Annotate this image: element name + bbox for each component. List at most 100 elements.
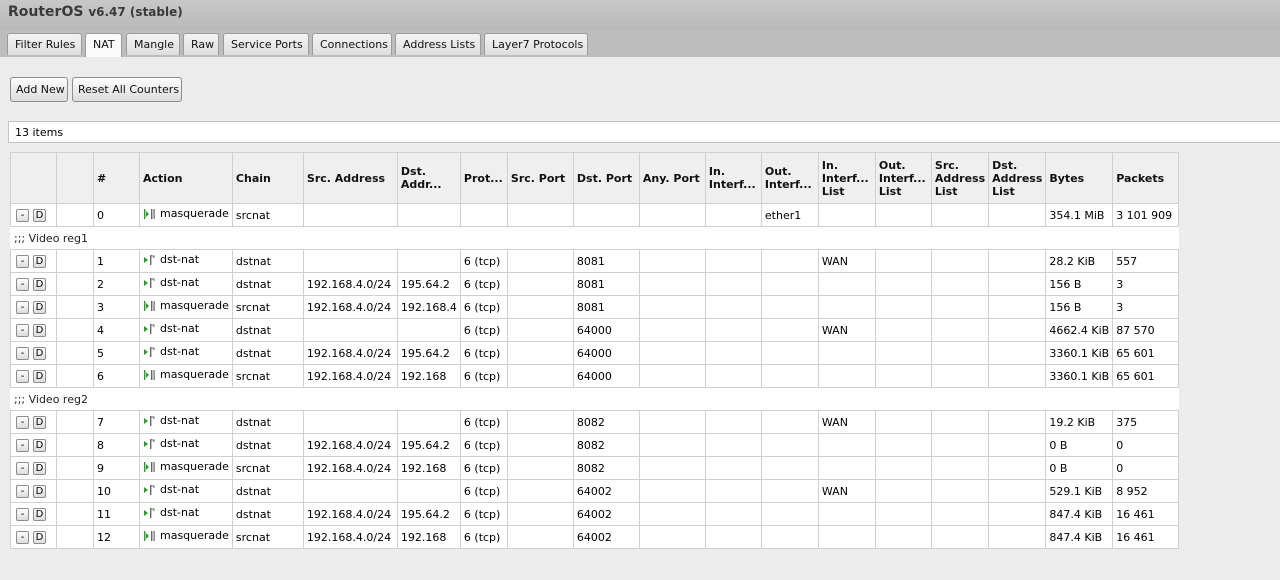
column-header[interactable]: Any. Port xyxy=(638,152,706,204)
rule-dst-address-list xyxy=(988,341,1047,365)
column-header[interactable]: Packets xyxy=(1112,152,1180,204)
rule-src-address: 192.168.4.0/24 xyxy=(302,364,398,388)
rule-protocol: 6 (tcp) xyxy=(459,456,508,480)
tab-layer7-protocols[interactable]: Layer7 Protocols xyxy=(484,33,588,55)
table-row[interactable]: - D 11 dst-nat dstnat 192.168.4.0/24 195.64.2 6… xyxy=(10,502,1180,526)
column-header[interactable]: Out. Interf... List xyxy=(874,152,932,204)
table-row[interactable]: - D 6 masquerade srcnat 192.168.4.0/24 192.168… xyxy=(10,364,1180,388)
column-header[interactable]: Dst. Address List xyxy=(988,152,1047,204)
column-header[interactable]: Src. Address List xyxy=(930,152,990,204)
disable-rule-button[interactable]: D xyxy=(33,277,46,291)
rule-src-address-list xyxy=(930,203,990,227)
disable-rule-button[interactable]: D xyxy=(33,346,46,360)
table-row[interactable]: - D 12 masquerade srcnat 192.168.4.0/24 192.16… xyxy=(10,525,1180,549)
disable-rule-button[interactable]: D xyxy=(33,323,46,337)
column-header[interactable]: Bytes xyxy=(1045,152,1114,204)
table-row[interactable]: - D 9 masquerade srcnat 192.168.4.0/24 192.168… xyxy=(10,456,1180,480)
remove-rule-button[interactable]: - xyxy=(16,346,29,360)
disable-rule-button[interactable]: D xyxy=(33,438,46,452)
rule-dst-port: 8082 xyxy=(572,433,640,457)
table-row[interactable]: - D 4 dst-nat dstnat 6 (tcp) 64000 WAN 4662.4 Ki… xyxy=(10,318,1180,342)
rule-number: 3 xyxy=(93,295,140,319)
remove-rule-button[interactable]: - xyxy=(16,208,29,222)
disable-rule-button[interactable]: D xyxy=(33,415,46,429)
rule-out-interface-list xyxy=(874,318,932,342)
remove-rule-button[interactable]: - xyxy=(16,300,29,314)
column-header[interactable] xyxy=(10,152,57,204)
row-flag-cell xyxy=(56,502,94,526)
comment-row[interactable]: ;;; Video reg1 xyxy=(10,226,1179,250)
rule-dst-address: 192.168 xyxy=(396,364,461,388)
disable-rule-button[interactable]: D xyxy=(33,530,46,544)
table-row[interactable]: - D 2 dst-nat dstnat 192.168.4.0/24 195.64.2 6 … xyxy=(10,272,1180,296)
disable-rule-button[interactable]: D xyxy=(33,461,46,475)
column-header[interactable]: Src. Address xyxy=(302,152,398,204)
disable-rule-button[interactable]: D xyxy=(33,208,46,222)
row-flag-cell xyxy=(56,203,94,227)
tab-filter-rules[interactable]: Filter Rules xyxy=(7,33,82,55)
rule-dst-address-list xyxy=(988,203,1047,227)
rule-src-port xyxy=(506,502,574,526)
table-row[interactable]: - D 8 dst-nat dstnat 192.168.4.0/24 195.64.2 6 … xyxy=(10,433,1180,457)
tab-connections[interactable]: Connections xyxy=(312,33,392,55)
column-header[interactable]: In. Interf... List xyxy=(817,152,876,204)
row-controls: -D xyxy=(10,456,57,480)
disable-rule-button[interactable]: D xyxy=(33,369,46,383)
remove-rule-button[interactable]: - xyxy=(16,323,29,337)
remove-rule-button[interactable]: - xyxy=(16,369,29,383)
rule-protocol: 6 (tcp) xyxy=(459,295,508,319)
table-row[interactable]: - D 1 dst-nat dstnat 6 (tcp) 8081 WAN 28.2 KiB 55… xyxy=(10,249,1180,273)
disable-rule-button[interactable]: D xyxy=(33,254,46,268)
remove-rule-button[interactable]: - xyxy=(16,438,29,452)
rule-packets: 3 101 909 xyxy=(1112,203,1180,227)
disable-rule-button[interactable]: D xyxy=(33,300,46,314)
tab-address-lists[interactable]: Address Lists xyxy=(395,33,481,55)
remove-rule-button[interactable]: - xyxy=(16,461,29,475)
table-row[interactable]: - D 0 masquerade srcnat ether1 354.1 MiB 3 101 … xyxy=(10,203,1180,227)
disable-rule-button[interactable]: D xyxy=(33,484,46,498)
table-row[interactable]: - D 3 masquerade srcnat 192.168.4.0/24 192.168… xyxy=(10,295,1180,319)
comment-row[interactable]: ;;; Video reg2 xyxy=(10,387,1179,411)
column-header[interactable]: Chain xyxy=(231,152,304,204)
remove-rule-button[interactable]: - xyxy=(16,277,29,291)
table-row[interactable]: - D 7 dst-nat dstnat 6 (tcp) 8082 WAN 19.2 KiB 37… xyxy=(10,410,1180,434)
column-header[interactable]: # xyxy=(93,152,140,204)
tab-raw[interactable]: Raw xyxy=(183,33,219,55)
row-controls: -D xyxy=(10,364,57,388)
remove-rule-button[interactable]: - xyxy=(16,415,29,429)
remove-rule-button[interactable]: - xyxy=(16,484,29,498)
column-header[interactable]: Prot... xyxy=(459,152,508,204)
column-header[interactable]: Dst. Addr... xyxy=(396,152,461,204)
tab-service-ports[interactable]: Service Ports xyxy=(223,33,309,55)
remove-rule-button[interactable]: - xyxy=(16,507,29,521)
rule-packets: 16 461 xyxy=(1112,502,1180,526)
tab-mangle[interactable]: Mangle xyxy=(126,33,180,55)
rule-out-interface: ether1 xyxy=(760,203,819,227)
column-header[interactable]: Dst. Port xyxy=(572,152,640,204)
disable-rule-button[interactable]: D xyxy=(33,507,46,521)
rule-bytes: 156 B xyxy=(1045,295,1114,319)
table-row[interactable]: - D 5 dst-nat dstnat 192.168.4.0/24 195.64.2 6 … xyxy=(10,341,1180,365)
remove-rule-button[interactable]: - xyxy=(16,530,29,544)
rule-in-interface xyxy=(704,203,762,227)
remove-rule-button[interactable]: - xyxy=(16,254,29,268)
action-wrapper: dst-nat xyxy=(143,253,199,266)
table-row[interactable]: - D 10 dst-nat dstnat 6 (tcp) 64002 WAN 529.1 Ki… xyxy=(10,479,1180,503)
action-label: masquerade xyxy=(160,460,229,474)
rule-out-interface xyxy=(760,456,819,480)
tab-nat[interactable]: NAT xyxy=(85,33,122,58)
add-new-button[interactable]: Add New xyxy=(10,77,68,102)
rule-bytes: 3360.1 KiB xyxy=(1045,341,1114,365)
column-header[interactable]: Action xyxy=(139,152,233,204)
column-header[interactable]: Out. Interf... xyxy=(760,152,819,204)
column-header[interactable]: Src. Port xyxy=(506,152,574,204)
action-wrapper: dst-nat xyxy=(143,483,199,496)
rule-src-address: 192.168.4.0/24 xyxy=(302,525,398,549)
action-label: dst-nat xyxy=(160,345,200,359)
nat-panel: Add New Reset All Counters 13 items # Act… xyxy=(0,57,1280,580)
rule-dst-address-list xyxy=(988,272,1047,296)
reset-all-counters-button[interactable]: Reset All Counters xyxy=(72,77,182,102)
column-header[interactable] xyxy=(56,152,94,204)
rule-protocol xyxy=(459,203,508,227)
column-header[interactable]: In. Interf... xyxy=(704,152,762,204)
